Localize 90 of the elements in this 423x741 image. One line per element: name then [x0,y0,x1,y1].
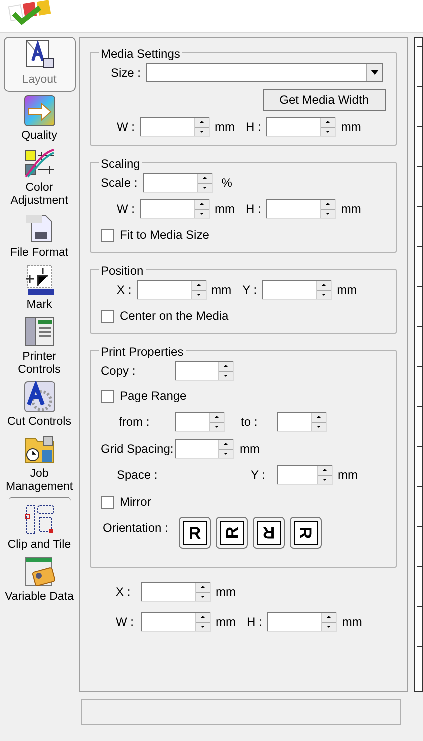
spin-up-icon[interactable] [195,200,209,210]
spin-up-icon[interactable] [196,613,210,622]
sidebar-item[interactable]: Cut Controls [4,380,76,430]
spin-up-icon[interactable] [318,466,332,476]
spin-field[interactable] [141,612,211,632]
color-curve-icon [24,147,56,179]
sidebar-item[interactable]: File Format [4,211,76,261]
orientation-button[interactable]: R [290,517,322,549]
unit-label: mm [337,282,358,299]
field-label: from : [118,414,151,431]
quality-icon [24,95,56,127]
field-label: W : [116,614,135,631]
sidebar-item[interactable]: Clip and Tile [4,503,76,553]
unit-label: mm [342,614,362,631]
field-label: W : [117,119,135,136]
checkbox[interactable]: Mirror [101,493,386,511]
sidebar-item[interactable]: Color Adjustment [4,146,76,209]
field-label: Y : [242,282,258,299]
spin-field[interactable] [267,612,338,632]
unit-label: mm [215,119,235,136]
get-media-width-button[interactable]: Get Media Width [262,89,386,111]
spin-field[interactable] [140,199,210,219]
field-label: Scale : [101,175,138,192]
spin-field[interactable] [136,280,207,300]
field-label: H : [246,201,262,218]
spin-up-icon[interactable] [312,413,326,422]
field-label: Orientation : [102,520,170,537]
spin-up-icon[interactable] [196,583,210,592]
sidebar-item[interactable]: Quality [4,94,76,144]
unit-label: mm [341,201,362,218]
field-label: to : [241,414,259,431]
spin-up-icon[interactable] [195,118,209,128]
spin-up-icon[interactable] [219,362,233,372]
unit-label: mm [216,584,236,601]
sidebar-item[interactable]: Printer Controls [4,315,76,378]
checkbox[interactable]: Center on the Media [101,307,386,325]
field-label: Size : [111,64,142,82]
size-dropdown[interactable] [146,63,384,82]
checkbox[interactable]: Page Range [101,387,386,405]
control-panel-icon [24,316,56,348]
field-label: Grid Spacing: [101,441,175,458]
id-card-icon [24,556,56,588]
spin-up-icon[interactable] [317,281,332,290]
spin-up-icon[interactable] [210,413,224,422]
field-label: Copy : [101,363,137,380]
field-label: H : [246,119,262,136]
sidebar-item[interactable]: Job Management [4,432,76,495]
tile-icon [24,504,56,536]
spin-field[interactable] [142,173,213,193]
document-icon [24,212,56,244]
unit-label: mm [215,201,235,218]
unit-label: mm [341,119,362,136]
unit-label: mm [212,282,232,299]
spin-field[interactable] [262,280,332,300]
spin-up-icon[interactable] [321,200,336,210]
sidebar-item[interactable]: Layout [4,37,76,92]
orientation-button[interactable]: R [253,517,285,549]
orientation-button[interactable]: R [179,517,211,549]
spin-field[interactable] [277,465,333,485]
spin-field[interactable] [141,582,211,602]
spin-field[interactable] [175,412,225,432]
field-label: X : [117,282,132,299]
spin-field[interactable] [266,199,336,219]
unit-label: mm [216,614,236,631]
sidebar-item[interactable]: Variable Data [4,555,76,605]
field-label: Y : [251,467,266,484]
crop-mark-icon [24,264,56,296]
spin-up-icon[interactable] [219,440,233,450]
cutter-icon [24,381,56,413]
orientation-button[interactable]: R [216,517,248,549]
unit-label: mm [240,441,260,458]
field-label: Space : [116,467,159,484]
spin-field[interactable] [175,361,234,381]
field-label: H : [247,614,262,631]
unit-label: % [222,175,232,192]
field-label: W : [117,201,135,218]
spin-field[interactable] [266,117,336,137]
sidebar-item[interactable]: Mark [4,263,76,313]
spin-field[interactable] [175,439,234,459]
layout-icon [24,39,56,71]
checkbox[interactable]: Fit to Media Size [101,226,386,244]
spin-up-icon[interactable] [321,118,336,128]
spin-up-icon[interactable] [322,613,336,622]
spin-up-icon[interactable] [192,281,206,290]
spin-up-icon[interactable] [198,174,212,184]
spin-field[interactable] [140,117,210,137]
field-label: X : [116,584,132,601]
spin-field[interactable] [277,412,327,432]
unit-label: mm [338,467,358,484]
dropdown-arrow-icon [370,70,379,75]
